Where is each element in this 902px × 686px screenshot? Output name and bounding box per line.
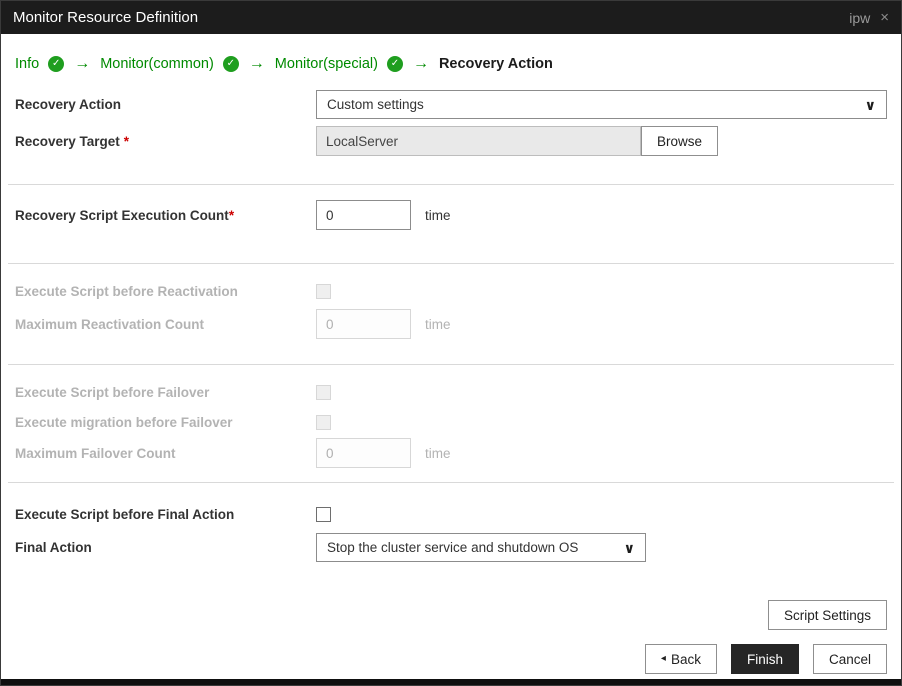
finish-button-label: Finish: [746, 651, 783, 667]
script-settings-row: Script Settings: [15, 600, 887, 630]
cancel-button-label: Cancel: [828, 651, 871, 667]
final-action-label: Final Action: [15, 540, 92, 555]
maximum-failover-count-label: Maximum Failover Count: [15, 445, 176, 461]
execute-script-before-failover-checkbox: [316, 384, 331, 400]
execute-script-before-reactivation-checkbox: [316, 283, 331, 299]
back-button[interactable]: ◂ Back: [644, 644, 717, 674]
recovery-target-input: [316, 126, 641, 156]
step-arrow-icon: →: [74, 55, 91, 72]
execute-script-before-failover-label: Execute Script before Failover: [15, 384, 210, 400]
back-arrow-icon: ◂: [660, 653, 666, 664]
required-asterisk: *: [123, 133, 130, 149]
monitor-resource-definition-dialog: Monitor Resource Definition ipw × Info ✓…: [0, 0, 902, 686]
cancel-button[interactable]: Cancel: [812, 644, 887, 674]
step-monitor-special-link[interactable]: Monitor(special): [275, 56, 378, 72]
time-unit-label: time: [425, 445, 451, 461]
recovery-script-execution-count-row: Recovery Script Execution Count* time: [15, 200, 887, 230]
step-arrow-icon: →: [412, 55, 429, 72]
execute-script-before-final-action-checkbox[interactable]: [316, 506, 331, 522]
chevron-down-icon: ∨: [864, 96, 876, 113]
maximum-reactivation-count-row: Maximum Reactivation Count time: [15, 309, 887, 339]
final-action-selected-value: Stop the cluster service and shutdown OS: [327, 540, 579, 555]
dialog-title: Monitor Resource Definition: [13, 9, 199, 26]
maximum-reactivation-count-label: Maximum Reactivation Count: [15, 316, 205, 332]
execute-script-before-reactivation-row: Execute Script before Reactivation: [15, 282, 887, 300]
step-monitor-common-link[interactable]: Monitor(common): [100, 56, 214, 72]
recovery-target-label: Recovery Target *: [15, 134, 316, 149]
step-complete-check-icon: ✓: [222, 56, 239, 72]
titlebar-right: ipw ×: [849, 9, 889, 26]
section-divider: [8, 184, 894, 185]
step-recovery-action-current: Recovery Action: [438, 56, 553, 72]
time-unit-label: time: [425, 316, 451, 332]
script-settings-button[interactable]: Script Settings: [767, 600, 887, 630]
step-info-link[interactable]: Info: [15, 56, 39, 72]
execute-migration-before-failover-label: Execute migration before Failover: [15, 414, 233, 430]
recovery-target-label-text: Recovery Target: [15, 133, 120, 149]
browse-button[interactable]: Browse: [641, 126, 719, 156]
wizard-steps: Info ✓ → Monitor(common) ✓ → Monitor(spe…: [15, 34, 887, 77]
required-asterisk: *: [228, 207, 235, 223]
execute-script-before-failover-row: Execute Script before Failover: [15, 383, 887, 401]
step-complete-check-icon: ✓: [386, 56, 403, 72]
maximum-failover-count-row: Maximum Failover Count time: [15, 438, 887, 468]
execute-script-before-final-action-row: Execute Script before Final Action: [15, 505, 887, 523]
chevron-down-icon: ∨: [623, 539, 635, 556]
section-divider: [8, 263, 894, 264]
back-button-label: Back: [670, 651, 701, 667]
browse-button-label: Browse: [657, 133, 703, 149]
step-complete-check-icon: ✓: [48, 56, 65, 72]
close-icon[interactable]: ×: [880, 9, 889, 26]
step-arrow-icon: →: [248, 55, 265, 72]
dialog-action-buttons: ◂ Back Finish Cancel: [15, 644, 887, 674]
maximum-reactivation-count-input: [316, 309, 411, 339]
recovery-action-select[interactable]: Custom settings ∨: [316, 90, 887, 119]
recovery-script-execution-count-input[interactable]: [316, 200, 411, 230]
dialog-bottom-edge: [1, 679, 901, 685]
section-divider: [8, 364, 894, 365]
recovery-target-row: Recovery Target* Browse: [15, 126, 887, 156]
execute-migration-before-failover-row: Execute migration before Failover: [15, 413, 887, 431]
recovery-action-label: Recovery Action: [15, 97, 122, 112]
recovery-script-execution-count-label-text: Recovery Script Execution Count: [15, 207, 229, 223]
recovery-script-execution-count-label: Recovery Script Execution Count*: [15, 208, 316, 223]
dialog-content: Info ✓ → Monitor(common) ✓ → Monitor(spe…: [1, 34, 901, 679]
execute-migration-before-failover-checkbox: [316, 414, 331, 430]
final-action-row: Final Action Stop the cluster service an…: [15, 533, 887, 562]
titlebar: Monitor Resource Definition ipw ×: [1, 1, 901, 34]
recovery-action-selected-value: Custom settings: [327, 97, 424, 112]
script-settings-button-label: Script Settings: [783, 607, 871, 623]
maximum-failover-count-input: [316, 438, 411, 468]
finish-button[interactable]: Finish: [730, 644, 799, 674]
context-label: ipw: [849, 9, 871, 26]
execute-script-before-final-action-label: Execute Script before Final Action: [15, 506, 235, 522]
execute-script-before-reactivation-label: Execute Script before Reactivation: [15, 283, 238, 299]
time-unit-label: time: [425, 207, 451, 223]
recovery-action-row: Recovery Action Custom settings ∨: [15, 90, 887, 119]
final-action-select[interactable]: Stop the cluster service and shutdown OS…: [316, 533, 646, 562]
section-divider: [8, 482, 894, 483]
